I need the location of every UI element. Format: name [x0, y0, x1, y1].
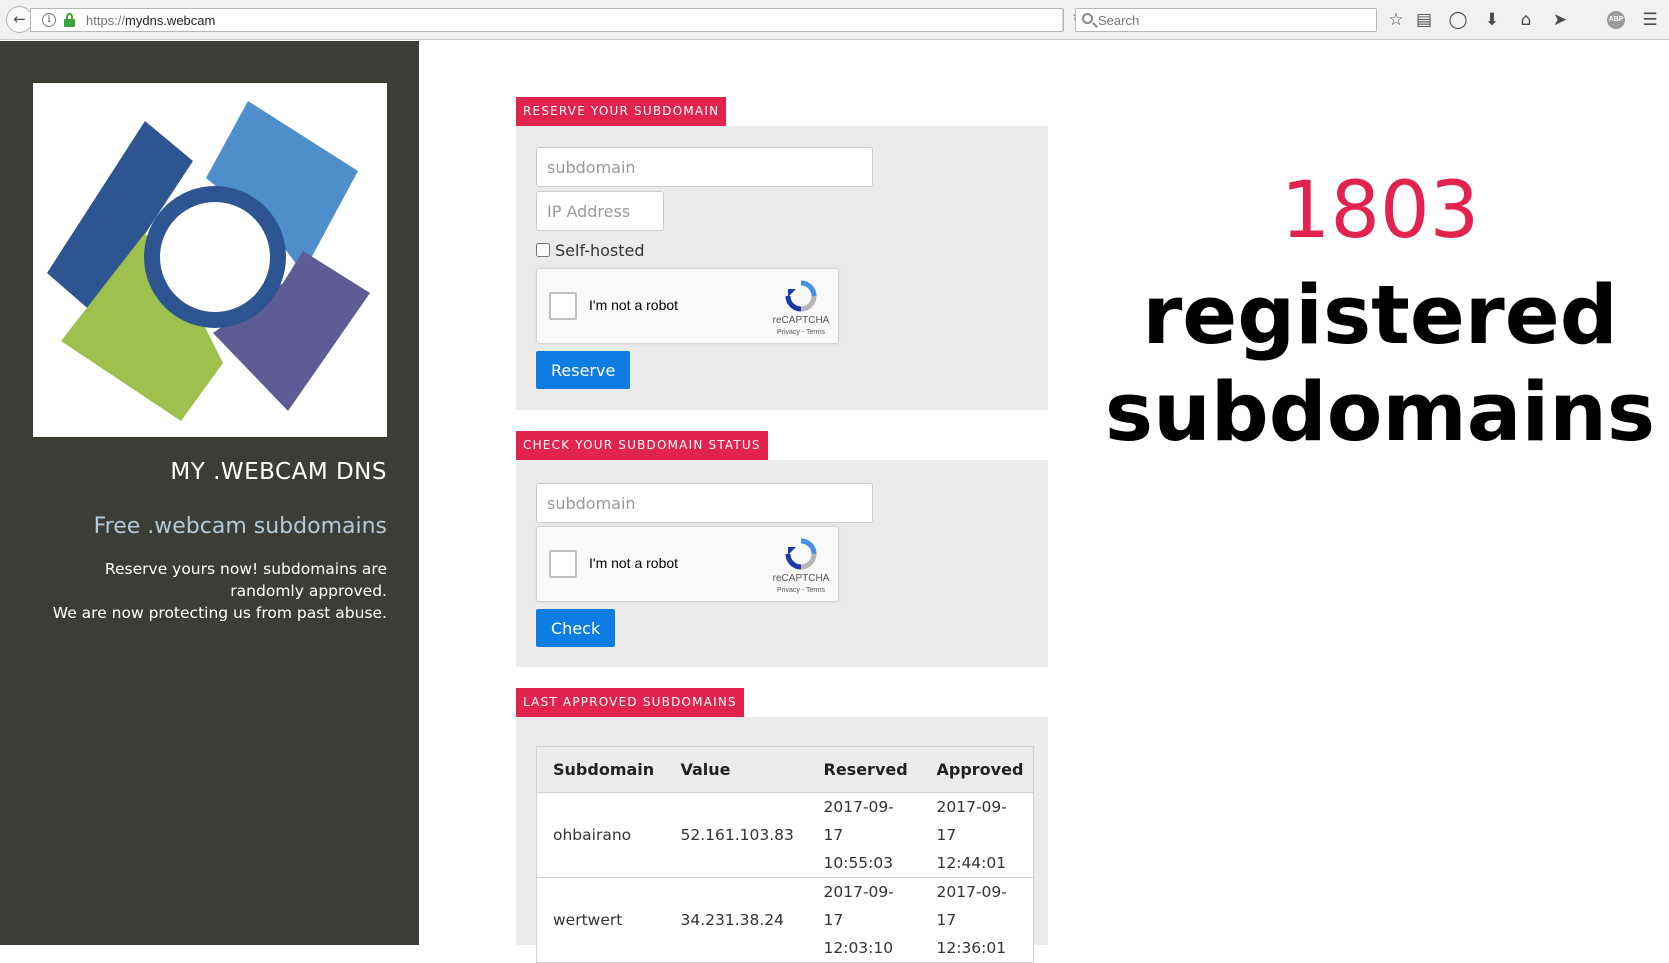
self-hosted-checkbox[interactable]: [536, 243, 550, 257]
self-hosted-label: Self-hosted: [555, 240, 645, 260]
recaptcha-checkbox[interactable]: [549, 550, 577, 578]
recaptcha-checkbox[interactable]: [549, 292, 577, 320]
reserved-time: 10:55:03: [823, 854, 894, 872]
recaptcha-label: I'm not a robot: [589, 555, 679, 571]
site-title: MY .WEBCAM DNS: [170, 459, 387, 485]
check-panel-heading: CHECK YOUR SUBDOMAIN STATUS: [516, 431, 768, 460]
send-icon[interactable]: ➤: [1548, 8, 1572, 32]
recaptcha-brand: reCAPTCHA: [772, 573, 830, 584]
reserve-panel-heading: RESERVE YOUR SUBDOMAIN: [516, 97, 727, 126]
cell-approved: 2017-09-17 12:44:01: [920, 792, 1034, 878]
reserve-recaptcha: I'm not a robot reCAPTCHA Privacy - Term…: [536, 268, 839, 344]
reserved-date: 2017-09-17: [823, 798, 894, 844]
browser-toolbar: ← i https://mydns.webcam ↻ ☆ ▤ ◯ ⬇ ⌂ ➤ A…: [0, 0, 1669, 40]
subdomain-count-label: registered subdomains: [1050, 268, 1669, 462]
ip-address-input[interactable]: [536, 191, 664, 231]
reserved-date: 2017-09-17: [823, 883, 894, 929]
recaptcha-brand: reCAPTCHA: [772, 315, 830, 326]
approved-date: 2017-09-17: [936, 883, 1007, 929]
cell-value: 52.161.103.83: [664, 792, 808, 878]
check-subdomain-input[interactable]: [536, 483, 873, 523]
recaptcha-terms-link[interactable]: Privacy - Terms: [762, 587, 840, 594]
approved-date: 2017-09-17: [936, 798, 1007, 844]
reading-list-icon[interactable]: ▤: [1412, 8, 1436, 32]
search-icon: [1082, 13, 1093, 24]
column-header-subdomain: Subdomain: [536, 746, 665, 793]
cell-reserved: 2017-09-17 12:03:10: [807, 877, 921, 963]
logo-graphic: [47, 101, 370, 421]
site-description-line: Reserve yours now! subdomains are random…: [104, 560, 387, 600]
site-description: Reserve yours now! subdomains are random…: [27, 558, 387, 624]
table-row: ohbairano 52.161.103.83 2017-09-17 10:55:…: [536, 792, 1034, 878]
cell-approved: 2017-09-17 12:36:01: [920, 877, 1034, 963]
home-icon[interactable]: ⌂: [1514, 8, 1538, 32]
url-text[interactable]: https://mydns.webcam: [86, 13, 215, 28]
browser-search-input[interactable]: [1098, 11, 1368, 29]
cell-value: 34.231.38.24: [664, 877, 808, 963]
lock-icon[interactable]: [64, 13, 75, 27]
site-logo[interactable]: [33, 83, 387, 437]
site-description-line: We are now protecting us from past abuse…: [52, 604, 387, 622]
recaptcha-label: I'm not a robot: [589, 297, 679, 313]
approved-time: 12:36:01: [936, 939, 1007, 957]
check-recaptcha: I'm not a robot reCAPTCHA Privacy - Term…: [536, 526, 839, 602]
column-header-approved: Approved: [920, 746, 1034, 793]
browser-search-box[interactable]: [1075, 8, 1377, 32]
sidebar: MY .WEBCAM DNS Free .webcam subdomains R…: [0, 41, 419, 945]
count-label-line: subdomains: [1104, 366, 1656, 460]
adblock-icon[interactable]: ABP: [1607, 11, 1625, 29]
download-icon[interactable]: ⬇: [1480, 8, 1504, 32]
info-icon[interactable]: i: [42, 13, 56, 27]
reserved-time: 12:03:10: [823, 939, 894, 957]
approved-subdomains-table: Subdomain Value Reserved Approved ohbair…: [536, 746, 1034, 963]
subdomain-count: 1803: [1280, 166, 1480, 256]
cell-subdomain: ohbairano: [536, 792, 665, 878]
table-header-row: Subdomain Value Reserved Approved: [536, 746, 1034, 793]
self-hosted-option[interactable]: Self-hosted: [536, 239, 645, 261]
back-button[interactable]: ←: [6, 6, 33, 33]
cell-reserved: 2017-09-17 10:55:03: [807, 792, 921, 878]
reserve-button[interactable]: Reserve: [536, 351, 631, 389]
recaptcha-icon: [785, 538, 817, 570]
recaptcha-icon: [785, 280, 817, 312]
approved-panel-heading: LAST APPROVED SUBDOMAINS: [516, 688, 744, 717]
reserve-subdomain-input[interactable]: [536, 147, 873, 187]
column-header-value: Value: [664, 746, 808, 793]
table-row: wertwert 34.231.38.24 2017-09-17 12:03:10…: [536, 877, 1034, 963]
cell-subdomain: wertwert: [536, 877, 665, 963]
recaptcha-terms-link[interactable]: Privacy - Terms: [762, 329, 840, 336]
approved-time: 12:44:01: [936, 854, 1007, 872]
check-button[interactable]: Check: [536, 609, 616, 647]
url-bar[interactable]: i https://mydns.webcam ↻: [30, 8, 1084, 32]
menu-icon[interactable]: ☰: [1638, 8, 1662, 32]
column-header-reserved: Reserved: [807, 746, 921, 793]
star-icon[interactable]: ☆: [1384, 8, 1408, 32]
pocket-icon[interactable]: ◯: [1446, 8, 1470, 32]
site-tagline: Free .webcam subdomains: [93, 514, 387, 539]
count-label-line: registered: [1142, 269, 1618, 363]
